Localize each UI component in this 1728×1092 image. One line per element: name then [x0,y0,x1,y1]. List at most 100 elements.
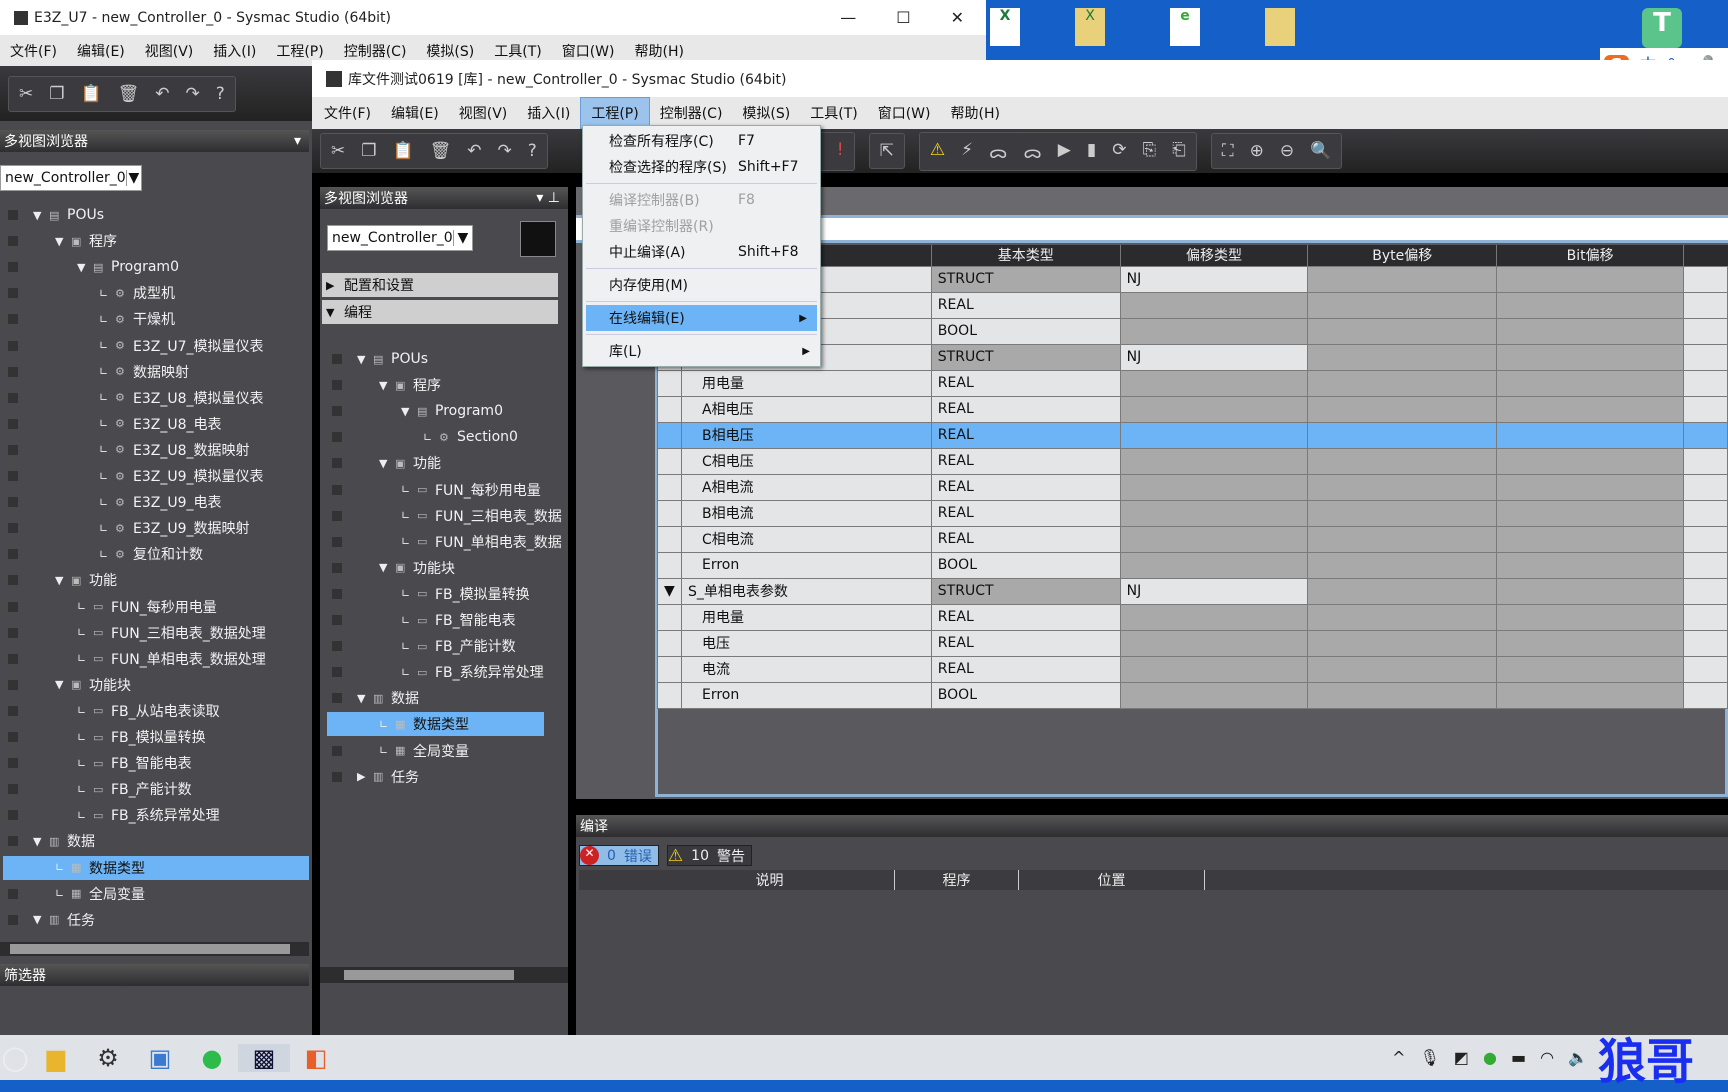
byte-offset-cell[interactable] [1307,629,1498,657]
name-cell[interactable]: S_单相电表参数 [680,577,932,605]
base-type-cell[interactable]: REAL [930,629,1121,657]
tree-item[interactable]: ∟ ⚙ E3Z_U8_电表 [99,412,309,436]
base-type-cell[interactable]: REAL [930,525,1121,553]
base-type-cell[interactable]: BOOL [930,317,1121,345]
bit-offset-cell[interactable] [1496,473,1684,501]
tree-item[interactable]: ∟ ▭ FUN_单相电表_数据 [401,530,568,554]
base-type-cell[interactable]: BOOL [930,551,1121,579]
tree-item[interactable]: ∟ ▦ 数据类型 [327,712,544,737]
menu-item[interactable]: 窗口(W) [868,97,941,129]
build-column-header[interactable]: 位置 [1019,870,1205,890]
table-row[interactable]: 用电量 REAL [657,369,1728,397]
bit-offset-cell[interactable] [1496,447,1684,475]
base-type-cell[interactable]: STRUCT [930,577,1121,605]
menu-item[interactable]: 视图(V) [449,97,518,129]
tray-expand-icon[interactable]: ^ [1392,1048,1405,1067]
tree-item[interactable]: ▶ ▥ 任务 [357,765,568,789]
tree-item[interactable]: ∟ ▭ FB_智能电表 [401,608,568,632]
offset-type-cell[interactable] [1119,681,1309,709]
tree-item[interactable]: ▼ ▤ Program0 [77,255,309,279]
base-type-cell[interactable]: REAL [930,291,1121,319]
offset-type-cell[interactable] [1119,369,1309,397]
bit-offset-cell[interactable] [1496,629,1684,657]
table-row[interactable]: 电流 REAL [657,655,1728,683]
tree-item[interactable]: ∟ ▦ 全局变量 [379,739,568,763]
tree-item[interactable]: ∟ ▭ FB_模拟量转换 [401,582,568,606]
menu-item[interactable]: 插入(I) [517,97,580,129]
tree-item[interactable]: ∟ ▦ 全局变量 [55,882,309,906]
offset-type-cell[interactable] [1119,317,1309,345]
volume-icon[interactable]: 🔈 [1568,1048,1588,1067]
bit-offset-cell[interactable] [1496,343,1684,371]
column-header[interactable]: 基本类型 [930,245,1121,266]
fit-icon[interactable]: ⛶ [1222,141,1234,161]
name-cell[interactable]: C相电流 [680,525,932,553]
byte-offset-cell[interactable] [1307,369,1498,397]
front-tree-scrollbar[interactable] [320,967,568,983]
transfer-to-icon[interactable]: ⎘ [1142,140,1156,163]
bit-offset-cell[interactable] [1496,551,1684,579]
column-header[interactable] [1682,245,1728,266]
tree-item[interactable]: ∟ ⚙ 数据映射 [99,360,309,384]
tree-item[interactable]: ▼ ▣ 功能 [55,568,309,592]
sysmac-studio-taskbar-icon[interactable]: ▩ [238,1043,290,1072]
column-header[interactable]: 偏移类型 [1119,245,1308,266]
zoom-out-icon[interactable]: ⊖ [1280,141,1294,161]
table-row[interactable]: C相电流 REAL [657,525,1728,553]
table-row[interactable]: A相电流 REAL [657,473,1728,501]
control-panel-icon[interactable]: ▣ [134,1044,186,1072]
table-row[interactable]: C相电压 REAL [657,447,1728,475]
menu-item[interactable]: 中止编译(A) Shift+F8 [583,239,820,265]
offset-type-cell[interactable] [1119,447,1309,475]
build-column-header[interactable]: 程序 [895,870,1019,890]
tree-item[interactable]: ▼ ▣ 功能块 [55,673,309,697]
offset-type-cell[interactable] [1119,395,1309,423]
base-type-cell[interactable]: STRUCT [930,343,1121,371]
byte-offset-cell[interactable] [1307,395,1498,423]
byte-offset-cell[interactable] [1307,343,1498,371]
base-type-cell[interactable]: REAL [930,447,1121,475]
build-column-header[interactable]: 说明 [645,870,895,890]
expand-toggle-icon[interactable]: ▼ [401,405,417,418]
offset-type-cell[interactable] [1119,603,1309,631]
expand-toggle-icon[interactable]: ▼ [357,353,373,366]
tree-item[interactable]: ∟ ▭ FUN_三相电表_数据 [401,504,568,528]
tree-item[interactable]: ∟ ⚙ E3Z_U8_数据映射 [99,438,309,462]
bit-offset-cell[interactable] [1496,369,1684,397]
offset-type-cell[interactable] [1119,629,1309,657]
tree-item[interactable]: ∟ ▭ FUN_每秒用电量 [401,478,568,502]
excel-desktop-icon[interactable]: X [990,8,1020,46]
tree-item[interactable]: ∟ ▭ FB_产能计数 [77,777,309,801]
byte-offset-cell[interactable] [1307,681,1498,709]
table-row[interactable]: Erron BOOL [657,681,1728,709]
offset-type-cell[interactable] [1119,291,1309,319]
byte-offset-cell[interactable] [1307,265,1498,293]
zoom-in-icon[interactable]: ⊕ [1250,141,1264,161]
expand-toggle-icon[interactable]: ▼ [77,261,93,274]
tree-item[interactable]: ▼ ▥ 数据 [33,829,309,853]
name-cell[interactable]: A相电流 [680,473,932,501]
tree-item[interactable]: ∟ ▭ FUN_三相电表_数据处理 [77,621,309,645]
stop-icon[interactable]: ▮ [1087,140,1096,163]
tree-item[interactable]: ▼ ▣ 功能块 [379,556,568,580]
offset-type-cell[interactable] [1119,421,1309,449]
tree-item[interactable]: ∟ ▭ FB_产能计数 [401,634,568,658]
menu-item[interactable]: 编辑(E) [381,97,449,129]
byte-offset-cell[interactable] [1307,291,1498,319]
bit-offset-cell[interactable] [1496,421,1684,449]
offline-icon[interactable]: ⚡ [961,140,973,163]
expand-toggle-icon[interactable]: ▼ [379,561,395,574]
redo-icon[interactable]: ↷ [498,141,512,161]
paste-icon[interactable]: 📋 [393,141,414,161]
menu-item[interactable]: 帮助(H) [941,97,1010,129]
tree-item[interactable]: ▼ ▤ POUs [357,347,568,371]
run-icon[interactable]: ▶ [1058,140,1071,163]
base-type-cell[interactable]: REAL [930,421,1121,449]
name-cell[interactable]: 电流 [680,655,932,683]
menu-item[interactable]: 文件(F) [314,97,381,129]
tray-green-icon[interactable]: ● [1483,1048,1497,1067]
tree-item[interactable]: ∟ ⚙ E3Z_U8_模拟量仪表 [99,386,309,410]
tree-item[interactable]: ∟ ▭ FB_从站电表读取 [77,699,309,723]
tree-item[interactable]: ▼ ▤ POUs [33,203,309,227]
tree-item[interactable]: ▼ ▣ 程序 [379,373,568,397]
